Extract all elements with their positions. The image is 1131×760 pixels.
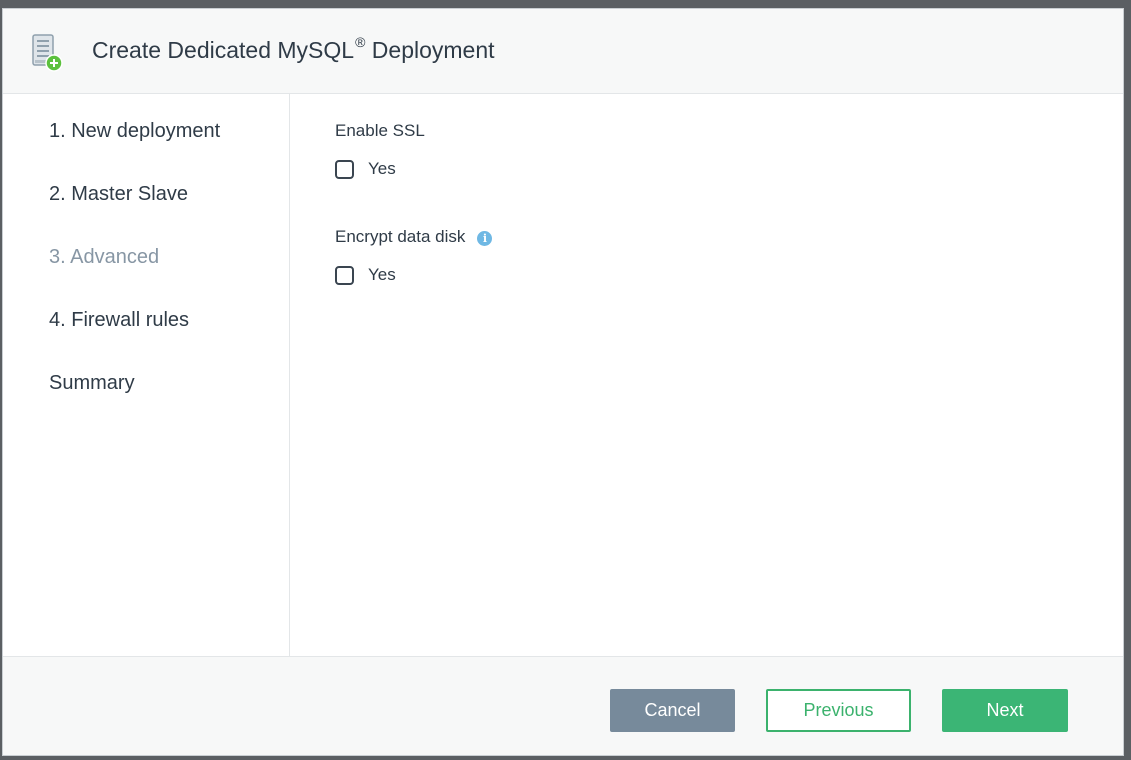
registered-mark: ® [355, 34, 366, 50]
dialog-title-suffix: Deployment [365, 37, 495, 63]
advanced-settings-panel: Enable SSL Yes Encrypt data disk i Yes [290, 94, 1124, 656]
create-deployment-dialog: Create Dedicated MySQL® Deployment 1. Ne… [2, 8, 1124, 756]
encrypt-disk-label: Encrypt data disk [335, 227, 466, 246]
encrypt-disk-label-row: Encrypt data disk i [335, 227, 493, 247]
enable-ssl-option[interactable]: Yes [335, 159, 396, 179]
next-button[interactable]: Next [942, 689, 1068, 732]
cancel-button[interactable]: Cancel [610, 689, 735, 732]
wizard-steps-sidebar: 1. New deployment 2. Master Slave 3. Adv… [3, 94, 290, 656]
enable-ssl-checkbox[interactable] [335, 159, 354, 179]
encrypt-disk-checkbox[interactable] [335, 265, 354, 285]
dialog-footer: Cancel Previous Next [3, 656, 1123, 755]
dialog-title-text: Create Dedicated MySQL [92, 37, 355, 63]
dialog-header: Create Dedicated MySQL® Deployment [3, 9, 1123, 94]
previous-button[interactable]: Previous [766, 689, 911, 732]
enable-ssl-yes-label: Yes [368, 159, 396, 178]
encrypt-disk-yes-label: Yes [368, 265, 396, 284]
enable-ssl-label: Enable SSL [335, 121, 425, 140]
step-summary[interactable]: Summary [49, 372, 135, 395]
info-icon[interactable]: i [477, 231, 493, 246]
step-new-deployment[interactable]: 1. New deployment [49, 120, 220, 143]
encrypt-disk-option[interactable]: Yes [335, 265, 396, 285]
server-add-icon [32, 34, 63, 72]
dialog-title: Create Dedicated MySQL® Deployment [92, 34, 495, 64]
step-master-slave[interactable]: 2. Master Slave [49, 183, 188, 206]
step-advanced[interactable]: 3. Advanced [49, 246, 159, 269]
step-firewall-rules[interactable]: 4. Firewall rules [49, 309, 189, 332]
